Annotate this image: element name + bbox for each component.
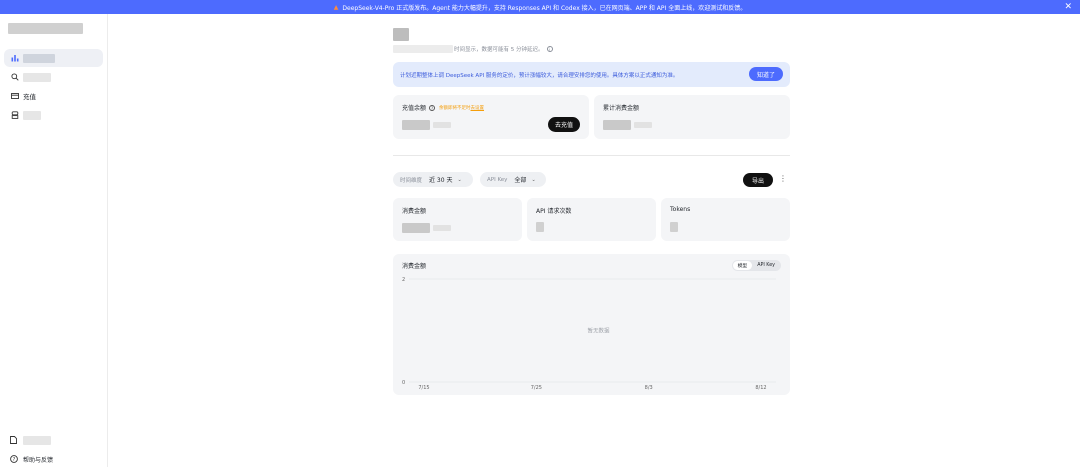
close-icon[interactable]: ✕ [1064,2,1072,12]
page-title [393,28,409,41]
total-spend-value [603,120,652,130]
x-tick-label: 8/12 [755,385,766,391]
sidebar-item-usage[interactable] [4,49,103,67]
stat-card-requests: API 请求次数 [527,198,656,241]
search-icon [10,73,19,82]
page-subtitle: 时间显示，数据可能有 5 分钟延迟。 i [393,45,553,53]
spend-chart: 0 2 7/15 7/25 8/3 8/12 暂无数据 [402,277,776,391]
banner-text: DeepSeek-V4-Pro 正式版发布。Agent 能力大幅提升，支持 Re… [342,4,747,12]
sidebar: 充值 ? 帮助与反馈 [0,14,108,467]
balance-title: 充值余额 [402,105,427,112]
notice-text: 计划近期整体上调 DeepSeek API 服务的定价，预计涨幅较大，请合理安排… [400,72,679,79]
chevron-down-icon: ⌄ [531,176,536,183]
help-icon: ? [10,455,19,464]
stat-card-tokens: Tokens [661,198,790,241]
stat-title: API 请求次数 [536,208,572,215]
stat-card-spend: 消费金额 [393,198,522,241]
total-spend-card: 累计消费金额 [594,95,790,139]
sidebar-item-label: 充值 [23,93,36,101]
x-tick-label: 7/25 [531,385,542,391]
logo [8,23,83,34]
stat-title: Tokens [670,206,691,213]
y-tick-label: 0 [402,380,405,386]
stat-value [670,222,678,232]
pricing-notice: 计划近期整体上调 DeepSeek API 服务的定价，预计涨幅较大，请合理安排… [393,62,790,87]
empty-state-text: 暂无数据 [587,327,610,335]
more-icon[interactable]: ⋮ [779,174,787,184]
total-spend-title: 累计消费金额 [603,105,640,112]
x-tick-label: 7/15 [418,385,429,391]
api-key-select[interactable]: API Key 全部 ⌄ [480,172,546,187]
wallet-icon [10,92,19,101]
divider [393,155,790,156]
sidebar-item-label [23,72,51,82]
sidebar-item-docs[interactable] [4,433,103,447]
chevron-down-icon: ⌄ [457,176,462,183]
help-icon[interactable]: ? [429,104,436,111]
stat-value [536,222,544,232]
set-alert-link[interactable]: 去设置 [471,106,485,111]
time-range-select[interactable]: 时间维度 近 30 天 ⌄ [393,172,473,187]
user-icon [10,111,19,120]
redacted-text [393,45,453,53]
bar-chart-icon [10,54,19,63]
sidebar-item-recharge[interactable]: 充值 [4,87,103,105]
sidebar-item-label [23,110,41,120]
y-tick-label: 2 [402,277,405,283]
recharge-button[interactable]: 去充值 [547,117,580,132]
stat-value [402,223,451,233]
balance-value [402,120,451,130]
sidebar-item-label [23,53,55,63]
x-tick-label: 8/3 [645,385,653,391]
got-it-button[interactable]: 知道了 [748,67,783,81]
sidebar-item-keys[interactable] [4,106,103,124]
sidebar-item-label [23,435,51,445]
sidebar-item-search[interactable] [4,68,103,86]
spend-chart-card: 消费金额 模型 API Key 0 2 7/15 7/25 8/3 8/12 暂无数据 [393,254,790,395]
document-icon [10,436,19,445]
sidebar-item-label: 帮助与反馈 [23,456,54,464]
balance-warning: 余额即将不足时去设置 [439,105,485,111]
export-button[interactable]: 导出 [743,173,773,187]
svg-text:?: ? [13,457,16,463]
sidebar-item-help[interactable]: ? 帮助与反馈 [4,452,103,466]
stat-title: 消费金额 [402,208,427,215]
fire-icon: ▲ [333,3,339,11]
info-icon[interactable]: i [546,46,553,52]
balance-card: 充值余额 ? 余额即将不足时去设置 去充值 [393,95,589,139]
announcement-banner: ▲ DeepSeek-V4-Pro 正式版发布。Agent 能力大幅提升，支持 … [0,0,1080,14]
